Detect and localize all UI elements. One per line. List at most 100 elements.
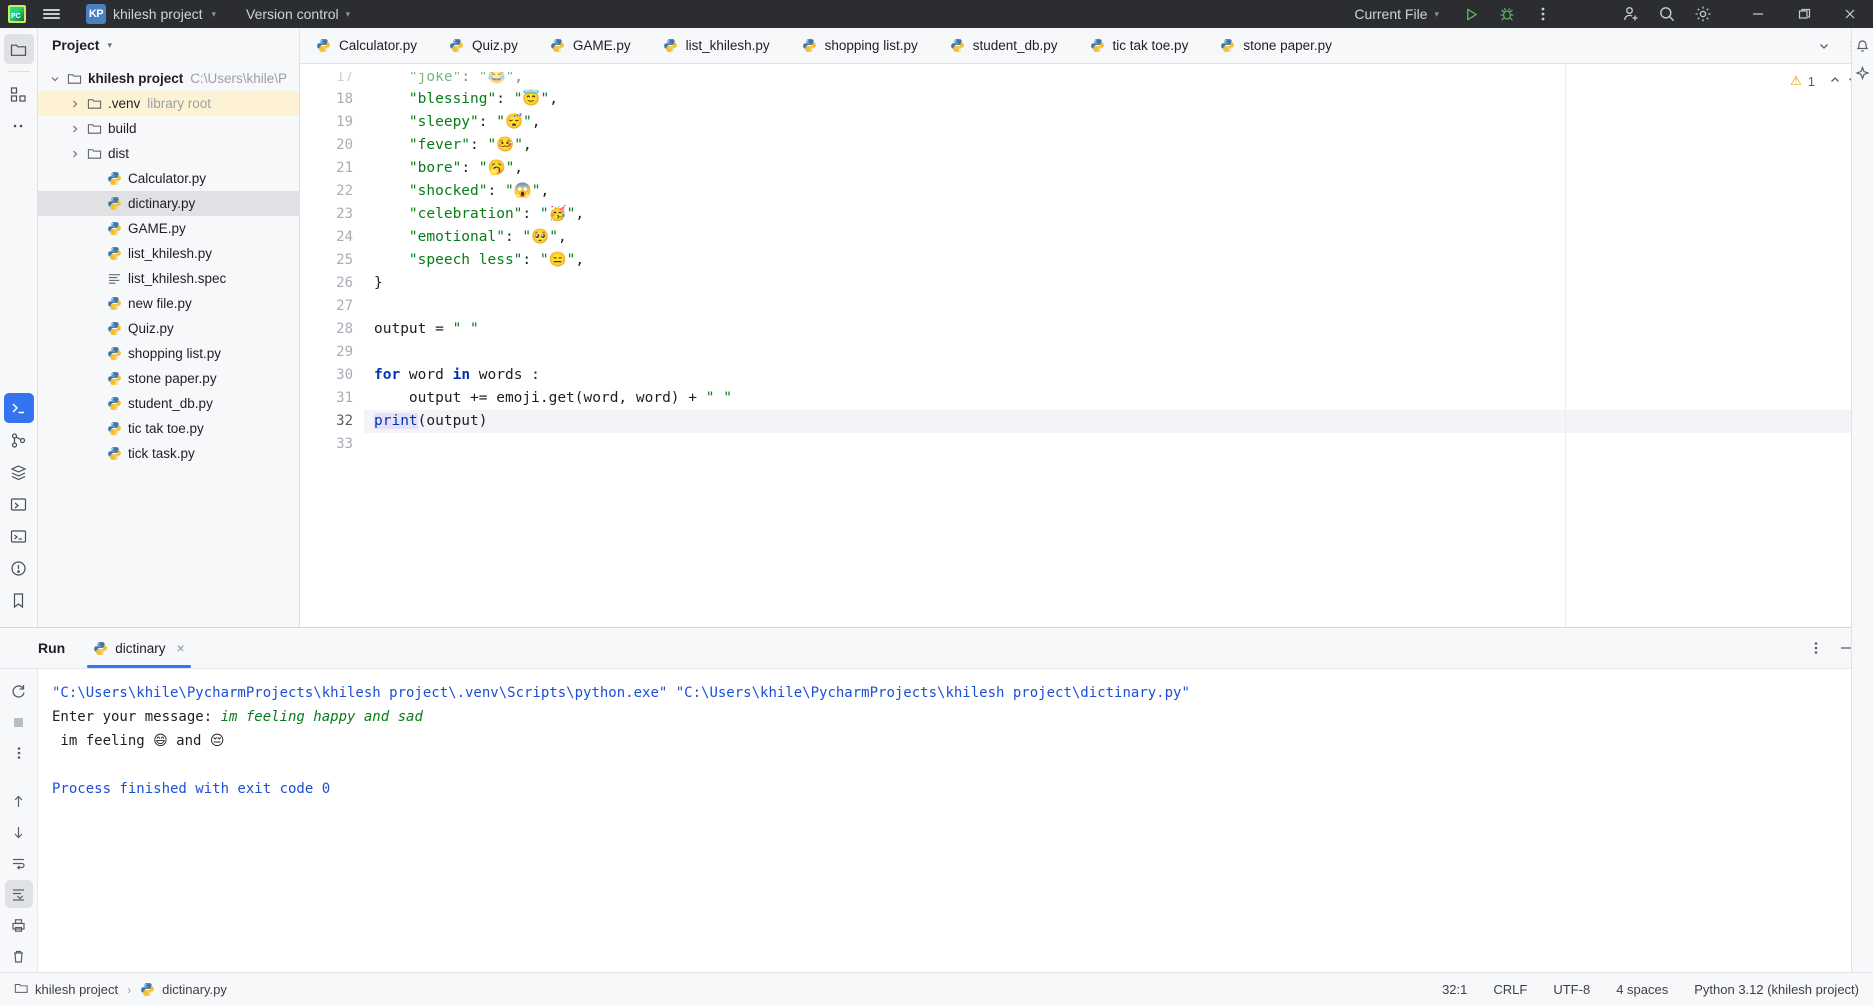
code-editor[interactable]: 17 18 19 20 21 22 23 24 25 26 27 28 29 30 31 32 33 "joke… [300, 64, 1873, 627]
close-icon[interactable]: × [177, 640, 185, 656]
chevron-right-icon[interactable] [66, 99, 84, 109]
code-line[interactable]: "celebration": "🥳", [364, 203, 1873, 226]
code-line[interactable] [364, 295, 1873, 318]
code-line[interactable]: print(output) [364, 410, 1873, 433]
gear-icon[interactable] [1685, 0, 1721, 28]
run-icon[interactable] [1453, 0, 1489, 28]
debug-icon[interactable] [1489, 0, 1525, 28]
inspection-widget[interactable]: ⚠ 1 [1790, 73, 1859, 89]
code-line[interactable]: for word in words : [364, 364, 1873, 387]
tree-item-stone-paper-py[interactable]: stone paper.py [38, 366, 299, 391]
project-tree[interactable]: khilesh project C:\Users\khile\P .venv libr… [38, 62, 299, 627]
code-lines[interactable]: "joke": "😂", "blessing": "😇", "sleepy": … [364, 64, 1873, 627]
breadcrumb[interactable]: khilesh project [14, 981, 118, 998]
problems-tool-icon[interactable] [4, 553, 34, 583]
tree-item-dist[interactable]: dist [38, 141, 299, 166]
run-tab-dictinary[interactable]: dictinary × [81, 628, 196, 668]
tree-item-list-khilesh-py[interactable]: list_khilesh.py [38, 241, 299, 266]
code-line[interactable]: "shocked": "😱", [364, 180, 1873, 203]
editor-tab-list-khilesh-py[interactable]: list_khilesh.py [647, 28, 786, 63]
search-icon[interactable] [1649, 0, 1685, 28]
tree-item--venv[interactable]: .venv library root [38, 91, 299, 116]
stop-icon[interactable] [5, 708, 33, 736]
packages-tool-icon[interactable] [4, 457, 34, 487]
editor-tab-calculator-py[interactable]: Calculator.py [300, 28, 433, 63]
trash-icon[interactable] [5, 942, 33, 970]
code-line[interactable]: output = " " [364, 318, 1873, 341]
indent-setting[interactable]: 4 spaces [1616, 982, 1668, 997]
ai-assistant-icon[interactable] [1854, 64, 1872, 82]
soft-wrap-icon[interactable] [5, 849, 33, 877]
notifications-icon[interactable] [1854, 36, 1872, 54]
more-tools-icon[interactable] [4, 111, 34, 141]
tree-item-tick-task-py[interactable]: tick task.py [38, 441, 299, 466]
editor-tab-stone-paper-py[interactable]: stone paper.py [1204, 28, 1348, 63]
close-icon[interactable] [1827, 0, 1873, 28]
editor-tab-shopping-list-py[interactable]: shopping list.py [786, 28, 934, 63]
code-line[interactable]: "speech less": "😑", [364, 249, 1873, 272]
tree-item-build[interactable]: build [38, 116, 299, 141]
tree-item-dictinary-py[interactable]: dictinary.py [38, 191, 299, 216]
code-line[interactable]: "blessing": "😇", [364, 88, 1873, 111]
code-line[interactable]: "bore": "🥱", [364, 157, 1873, 180]
python-file-icon [104, 371, 124, 386]
chevron-down-icon[interactable] [46, 74, 64, 84]
code-line[interactable] [364, 341, 1873, 364]
editor-tab-label: stone paper.py [1243, 38, 1332, 53]
tree-item-quiz-py[interactable]: Quiz.py [38, 316, 299, 341]
chevron-down-icon[interactable] [1811, 31, 1837, 61]
structure-tool-icon[interactable] [4, 79, 34, 109]
line-separator[interactable]: CRLF [1493, 982, 1527, 997]
code-line[interactable]: "fever": "🤒", [364, 134, 1873, 157]
chevron-down-icon: ▾ [345, 8, 351, 19]
editor-tab-game-py[interactable]: GAME.py [534, 28, 647, 63]
more-vertical-icon[interactable] [1803, 635, 1829, 661]
tree-item-shopping-list-py[interactable]: shopping list.py [38, 341, 299, 366]
code-line[interactable] [364, 433, 1873, 456]
scroll-up-icon[interactable] [5, 787, 33, 815]
more-vertical-icon[interactable] [1525, 0, 1561, 28]
add-account-icon[interactable] [1613, 0, 1649, 28]
scroll-down-icon[interactable] [5, 818, 33, 846]
editor-tab-student-db-py[interactable]: student_db.py [934, 28, 1074, 63]
editor-tab-tic-tak-toe-py[interactable]: tic tak toe.py [1074, 28, 1205, 63]
code-line[interactable]: "sleepy": "😴", [364, 111, 1873, 134]
terminal-tool-icon[interactable] [3, 393, 34, 423]
code-line[interactable]: "emotional": "🥺", [364, 226, 1873, 249]
python-interpreter[interactable]: Python 3.12 (khilesh project) [1694, 982, 1859, 997]
chevron-right-icon[interactable] [66, 149, 84, 159]
project-tool-icon[interactable] [3, 34, 34, 64]
tree-item-khilesh-project[interactable]: khilesh project C:\Users\khile\P [38, 66, 299, 91]
vcs-tool-icon[interactable] [4, 425, 34, 455]
tree-item-student-db-py[interactable]: student_db.py [38, 391, 299, 416]
scroll-to-end-icon[interactable] [4, 880, 33, 908]
code-line[interactable]: output += emoji.get(word, word) + " " [364, 387, 1873, 410]
version-control-menu[interactable]: Version control ▾ [246, 6, 350, 22]
run-configuration-selector[interactable]: Current File ▾ [1354, 6, 1439, 22]
breadcrumb-file-item[interactable]: dictinary.py [140, 982, 227, 997]
python-console-tool-icon[interactable] [4, 521, 34, 551]
tree-item-calculator-py[interactable]: Calculator.py [38, 166, 299, 191]
code-line[interactable]: } [364, 272, 1873, 295]
tree-item-tic-tak-toe-py[interactable]: tic tak toe.py [38, 416, 299, 441]
caret-position[interactable]: 32:1 [1442, 982, 1467, 997]
rerun-icon[interactable] [5, 677, 33, 705]
tree-item-list-khilesh-spec[interactable]: list_khilesh.spec [38, 266, 299, 291]
file-encoding[interactable]: UTF-8 [1553, 982, 1590, 997]
tree-item-new-file-py[interactable]: new file.py [38, 291, 299, 316]
minimize-icon[interactable] [1735, 0, 1781, 28]
project-panel-header[interactable]: Project ▾ [38, 28, 299, 62]
hamburger-menu-icon[interactable] [34, 7, 68, 21]
chevron-right-icon[interactable] [66, 124, 84, 134]
editor-tab-quiz-py[interactable]: Quiz.py [433, 28, 534, 63]
run-tool-icon[interactable] [4, 489, 34, 519]
bookmarks-tool-icon[interactable] [4, 585, 34, 615]
console-output[interactable]: "C:\Users\khile\PycharmProjects\khilesh … [38, 669, 1873, 972]
code-line[interactable]: "joke": "😂", [364, 72, 1873, 88]
project-chip[interactable]: KP khilesh project ▾ [78, 2, 224, 26]
prev-problem-icon[interactable] [1829, 74, 1841, 89]
more-vertical-icon[interactable] [5, 739, 33, 767]
maximize-icon[interactable] [1781, 0, 1827, 28]
print-icon[interactable] [5, 911, 33, 939]
tree-item-game-py[interactable]: GAME.py [38, 216, 299, 241]
